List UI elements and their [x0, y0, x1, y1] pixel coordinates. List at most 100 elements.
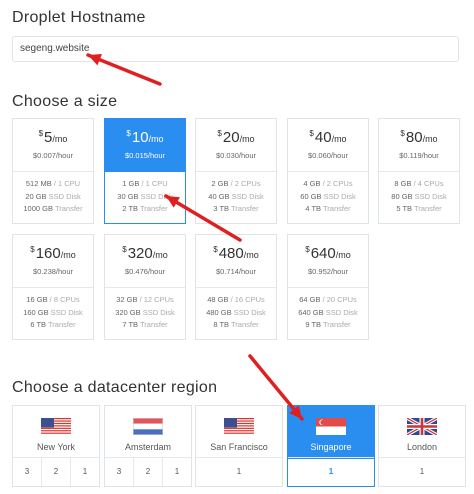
spec-disk: 160 GB	[23, 307, 49, 317]
price-amount: 160	[35, 245, 61, 262]
size-price: $160/mo	[13, 245, 93, 262]
spec-ram-cpu: 32 GB / 12 CPUs	[105, 294, 185, 307]
spec-transfer-label: Transfer	[321, 320, 351, 329]
size-hourly-price: $0.060/hour	[307, 151, 349, 160]
spec-transfer-line: 2 TB Transfer	[105, 203, 185, 216]
size-option-card[interactable]: $10/mo $0.015/hour 1 GB / 1 CPU 30 GB SSD D…	[104, 118, 186, 224]
spec-ram: 2 GB	[211, 179, 229, 188]
spec-cpu: / 2 CPUs	[320, 179, 353, 188]
hostname-input[interactable]	[20, 43, 320, 54]
size-section-title: Choose a size	[12, 93, 118, 110]
size-option-card[interactable]: $480/mo $0.714/hour 48 GB / 16 CPUs 480 GB …	[195, 234, 277, 340]
spec-disk-line: 480 GB SSD Disk	[196, 307, 276, 320]
size-price: $20/mo	[196, 129, 276, 146]
size-hourly-price: $0.007/hour	[32, 151, 74, 160]
size-option-card[interactable]: $640/mo $0.952/hour 64 GB / 20 CPUs 640 GB …	[287, 234, 369, 340]
size-option-card[interactable]: $80/mo $0.119/hour 8 GB / 4 CPUs 80 GB SSD …	[378, 118, 460, 224]
size-specs: 32 GB / 12 CPUs 320 GB SSD Disk 7 TB Trans…	[105, 288, 185, 332]
spec-transfer: 8 TB	[213, 320, 230, 329]
spec-transfer-line: 1000 GB Transfer	[13, 203, 93, 216]
size-specs: 4 GB / 2 CPUs 60 GB SSD Disk 4 TB Transfer	[288, 172, 368, 216]
spec-transfer-line: 9 TB Transfer	[288, 319, 368, 332]
price-period: /mo	[243, 250, 259, 260]
spec-transfer-line: 8 TB Transfer	[196, 319, 276, 332]
spec-disk-label: SSD Disk	[323, 307, 358, 317]
spec-disk-label: SSD Disk	[229, 191, 264, 201]
spec-disk-label: SSD Disk	[138, 191, 173, 201]
size-card-header: $160/mo $0.238/hour	[13, 235, 93, 288]
price-amount: 40	[314, 129, 332, 146]
hostname-field[interactable]	[12, 36, 459, 62]
size-option-card[interactable]: $320/mo $0.476/hour 32 GB / 12 CPUs 320 GB …	[104, 234, 186, 340]
spec-disk: 480 GB	[206, 307, 232, 317]
spec-disk-line: 40 GB SSD Disk	[196, 191, 276, 204]
region-option-card[interactable]: Amsterdam 3 2 1	[104, 405, 192, 487]
currency-symbol: $	[126, 129, 131, 138]
size-hourly-price: $0.476/hour	[124, 267, 166, 276]
us-flag-icon	[224, 418, 254, 434]
size-card-header: $20/mo $0.030/hour	[196, 119, 276, 172]
us-flag-icon	[41, 418, 71, 434]
spec-transfer: 1000 GB	[23, 204, 53, 213]
spec-transfer-line: 4 TB Transfer	[288, 203, 368, 216]
price-amount: 80	[405, 129, 423, 146]
currency-symbol: $	[400, 129, 405, 138]
spec-ram-cpu: 64 GB / 20 CPUs	[288, 294, 368, 307]
datacenter-number-option[interactable]: 3	[105, 458, 134, 486]
size-hourly-price: $0.952/hour	[307, 267, 349, 276]
price-period: /mo	[422, 134, 438, 144]
size-hourly-price: $0.030/hour	[215, 151, 257, 160]
spec-disk-label: SSD Disk	[231, 307, 266, 317]
datacenter-number-option[interactable]: 1	[196, 458, 282, 486]
uk-flag-icon	[407, 418, 437, 435]
size-price: $40/mo	[288, 129, 368, 146]
price-amount: 10	[131, 129, 149, 146]
spec-transfer-label: Transfer	[321, 204, 351, 213]
region-option-card[interactable]: London 1	[378, 405, 466, 487]
size-price: $480/mo	[196, 245, 276, 262]
region-datacenter-numbers: 1	[379, 457, 465, 486]
size-option-card[interactable]: $160/mo $0.238/hour 16 GB / 8 CPUs 160 GB S…	[12, 234, 94, 340]
price-period: /mo	[60, 250, 76, 260]
region-datacenter-numbers: 1	[288, 457, 374, 486]
datacenter-number-option[interactable]: 1	[379, 458, 465, 486]
region-option-card[interactable]: Singapore 1	[287, 405, 375, 487]
spec-ram: 8 GB	[394, 179, 412, 188]
size-option-card[interactable]: $5/mo $0.007/hour 512 MB / 1 CPU 20 GB SSD …	[12, 118, 94, 224]
spec-disk-label: SSD Disk	[140, 307, 175, 317]
datacenter-number-option[interactable]: 3	[13, 458, 42, 486]
spec-cpu: / 1 CPU	[51, 179, 81, 188]
size-card-header: $320/mo $0.476/hour	[105, 235, 185, 288]
size-card-header: $5/mo $0.007/hour	[13, 119, 93, 172]
size-card-header: $40/mo $0.060/hour	[288, 119, 368, 172]
datacenter-number-option[interactable]: 1	[163, 458, 191, 486]
spec-ram: 16 GB	[26, 295, 48, 304]
spec-disk: 20 GB	[25, 191, 47, 201]
datacenter-number-option[interactable]: 2	[42, 458, 71, 486]
region-option-card[interactable]: San Francisco 1	[195, 405, 283, 487]
spec-ram-cpu: 1 GB / 1 CPU	[105, 178, 185, 191]
spec-ram-cpu: 8 GB / 4 CPUs	[379, 178, 459, 191]
spec-cpu: / 2 CPUs	[228, 179, 261, 188]
spec-transfer: 2 TB	[122, 204, 139, 213]
size-price: $320/mo	[105, 245, 185, 262]
spec-disk: 40 GB	[208, 191, 230, 201]
spec-cpu: / 16 CPUs	[228, 295, 265, 304]
datacenter-number-option[interactable]: 2	[134, 458, 163, 486]
size-option-card[interactable]: $40/mo $0.060/hour 4 GB / 2 CPUs 60 GB SSD …	[287, 118, 369, 224]
price-amount: 320	[127, 245, 153, 262]
size-card-header: $80/mo $0.119/hour	[379, 119, 459, 172]
spec-transfer-line: 6 TB Transfer	[13, 319, 93, 332]
spec-disk-line: 640 GB SSD Disk	[288, 307, 368, 320]
spec-disk-line: 160 GB SSD Disk	[13, 307, 93, 320]
size-option-card[interactable]: $20/mo $0.030/hour 2 GB / 2 CPUs 40 GB SSD …	[195, 118, 277, 224]
datacenter-number-option[interactable]: 1	[71, 458, 99, 486]
spec-ram: 4 GB	[303, 179, 321, 188]
price-period: /mo	[239, 134, 255, 144]
spec-disk: 320 GB	[115, 307, 141, 317]
datacenter-number-option[interactable]: 1	[288, 458, 374, 486]
price-period: /mo	[331, 134, 347, 144]
size-card-header: $10/mo $0.015/hour	[105, 119, 185, 172]
size-price: $10/mo	[105, 129, 185, 146]
region-option-card[interactable]: New York 3 2 1	[12, 405, 100, 487]
